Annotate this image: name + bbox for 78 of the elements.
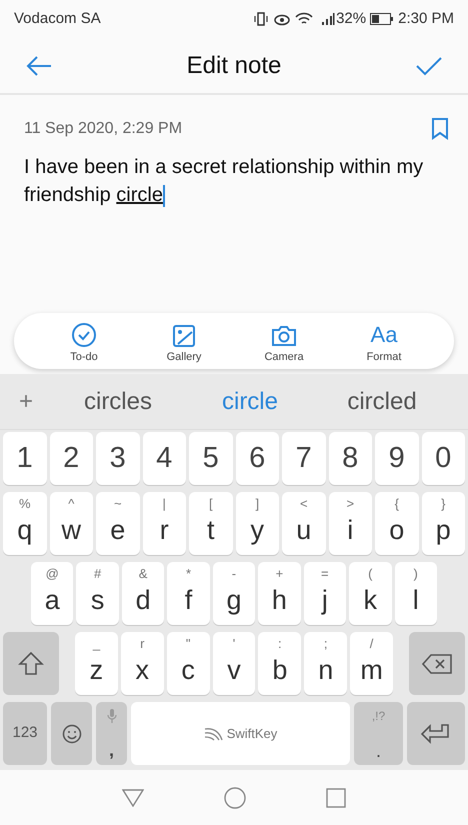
recents-square-icon[interactable] — [326, 788, 346, 808]
smiley-icon — [62, 724, 82, 744]
keyboard-key[interactable]: 5 — [189, 432, 232, 485]
image-icon — [172, 324, 196, 348]
checkmark-circle-icon — [71, 322, 97, 348]
battery-percent: 32% — [336, 8, 366, 29]
keyboard-key[interactable]: 6 — [236, 432, 279, 485]
enter-key[interactable] — [407, 702, 465, 765]
toolbar-button[interactable]: Gallery — [134, 317, 234, 365]
keyboard-key[interactable]: ( k — [349, 562, 392, 625]
keyboard-key[interactable]: / m — [350, 632, 394, 695]
numbers-key[interactable]: 123 — [3, 702, 47, 765]
keyboard-key[interactable]: ] y — [236, 492, 279, 555]
space-bar[interactable]: SwiftKey — [131, 702, 350, 765]
comma-key[interactable]: , — [96, 702, 127, 765]
swiftkey-logo-icon — [204, 726, 224, 740]
clock-time: 2:30 PM — [398, 8, 454, 29]
signal-icon — [321, 12, 336, 26]
keyboard-key[interactable]: 4 — [142, 432, 186, 485]
keyboard-key[interactable]: 9 — [375, 432, 418, 485]
keyboard-key[interactable]: 7 — [282, 432, 326, 485]
add-word-button[interactable]: + — [0, 384, 52, 420]
toolbar-button[interactable]: To-do — [34, 317, 134, 365]
backspace-icon — [422, 654, 452, 674]
battery-icon — [370, 13, 394, 25]
backspace-key[interactable] — [409, 632, 466, 695]
note-text-field[interactable]: I have been in a secret relationship within my friendship circle — [24, 153, 444, 209]
shift-arrow-icon — [18, 650, 44, 676]
wifi-icon — [295, 12, 314, 26]
keyboard-key[interactable]: } p — [422, 492, 465, 555]
keyboard-key[interactable]: ' v — [212, 632, 256, 695]
keyboard-key[interactable]: # s — [76, 562, 119, 625]
keyboard-key[interactable]: _ z — [75, 632, 118, 695]
bookmark-icon[interactable] — [432, 118, 448, 140]
home-circle-icon[interactable] — [224, 786, 246, 808]
camera-icon — [270, 324, 298, 348]
space-bar-label: SwiftKey — [226, 724, 278, 743]
keyboard-key[interactable]: < u — [282, 492, 326, 555]
keyboard-key[interactable]: [ t — [189, 492, 232, 555]
keyboard-key[interactable]: * f — [167, 562, 210, 625]
back-arrow-icon — [26, 56, 52, 76]
keyboard-key[interactable]: 8 — [328, 432, 372, 485]
word-suggestion[interactable]: circles — [52, 384, 184, 420]
carrier-name: Vodacom SA — [14, 8, 101, 29]
back-triangle-icon[interactable] — [122, 788, 144, 806]
keyboard-key[interactable]: ; n — [304, 632, 348, 695]
vibrate-icon — [253, 12, 270, 26]
note-date: 11 Sep 2020, 2:29 PM — [24, 119, 184, 139]
shift-key[interactable] — [3, 632, 59, 695]
keyboard-key[interactable]: 0 — [422, 432, 465, 485]
screen-title: Edit note — [186, 50, 282, 80]
toolbar-button[interactable]: Aa Format — [334, 317, 434, 365]
eye-icon — [273, 12, 292, 26]
keyboard-key[interactable]: & d — [122, 562, 164, 625]
keyboard-key[interactable]: % q — [3, 492, 46, 555]
keyboard-key[interactable]: = j — [304, 562, 346, 625]
keyboard-key[interactable]: ~ e — [96, 492, 140, 555]
keyboard-key[interactable]: { o — [375, 492, 418, 555]
keyboard-key[interactable]: : b — [258, 632, 302, 695]
keyboard-key[interactable]: ) l — [394, 562, 437, 625]
keyboard-key[interactable]: > i — [328, 492, 372, 555]
emoji-key[interactable] — [51, 702, 92, 765]
keyboard-key[interactable]: " c — [166, 632, 210, 695]
keyboard-key[interactable]: 2 — [50, 432, 93, 485]
keyboard-key[interactable]: 3 — [96, 432, 140, 485]
period-key[interactable]: ,!? . — [354, 702, 403, 765]
enter-icon — [421, 722, 451, 746]
microphone-icon — [106, 708, 116, 724]
keyboard-key[interactable]: ^ w — [50, 492, 93, 555]
keyboard-key[interactable]: @ a — [31, 562, 74, 625]
keyboard-key[interactable]: - g — [212, 562, 256, 625]
keyboard-key[interactable]: 1 — [3, 432, 46, 485]
toolbar-button[interactable]: Camera — [234, 317, 334, 365]
word-suggestion[interactable]: circled — [316, 384, 448, 420]
checkmark-icon — [416, 56, 442, 76]
keyboard-key[interactable]: + h — [258, 562, 301, 625]
keyboard-key[interactable]: | r — [142, 492, 186, 555]
keyboard-key[interactable]: r x — [120, 632, 164, 695]
